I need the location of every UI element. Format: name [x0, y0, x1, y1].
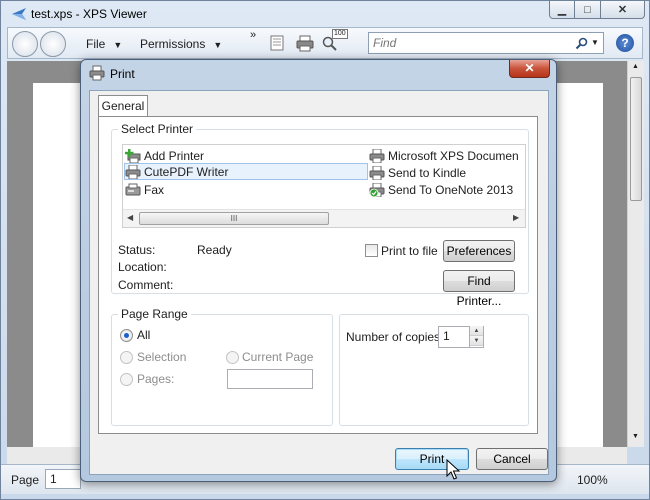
printer-name: Fax	[144, 182, 165, 197]
scroll-right-icon[interactable]: ▶	[513, 213, 519, 222]
maximize-button[interactable]: □	[575, 1, 601, 19]
copies-spinner[interactable]: ▲ ▼	[469, 326, 483, 348]
printer-icon	[369, 148, 385, 163]
list-item-send-to-kindle[interactable]: Send to Kindle	[369, 164, 523, 181]
dialog-title-bar[interactable]: Print ✕	[81, 60, 556, 88]
toolbar-overflow-button[interactable]: »	[250, 29, 256, 41]
vertical-scroll-thumb[interactable]	[630, 77, 642, 201]
page-label: Page	[11, 473, 40, 487]
copies-value: 1	[443, 329, 450, 343]
all-label[interactable]: All	[137, 328, 150, 342]
status-label: Status:	[118, 243, 156, 257]
chevron-down-icon: ▼	[213, 40, 223, 50]
spin-down-icon[interactable]: ▼	[470, 336, 483, 346]
selection-radio[interactable]	[120, 351, 133, 364]
dialog-close-button[interactable]: ✕	[509, 60, 550, 78]
printer-name: Send to Kindle	[388, 165, 467, 180]
find-printer-button[interactable]: Find Printer...	[443, 270, 515, 308]
dialog-title: Print	[110, 67, 135, 81]
horizontal-scroll-thumb[interactable]: III	[139, 212, 329, 225]
printer-list[interactable]: Add Printer CutePDF Writer Fax Microsoft…	[122, 144, 526, 228]
list-item-microsoft-xps-document-writer[interactable]: Microsoft XPS Documen	[369, 147, 523, 164]
pages-label[interactable]: Pages:	[137, 372, 174, 386]
toolbar: File ▼ Permissions ▼ » 100 Find ▼ ?	[7, 27, 643, 59]
printer-name: Send To OneNote 2013	[388, 182, 514, 197]
search-icon[interactable]	[575, 37, 588, 50]
page-number-input[interactable]: 1	[45, 469, 81, 489]
zoom-level-badge: 100	[332, 29, 348, 39]
spin-up-icon[interactable]: ▲	[470, 326, 483, 336]
printer-icon[interactable]	[296, 34, 314, 52]
printer-icon	[369, 165, 385, 180]
add-printer-icon	[125, 148, 141, 163]
close-icon: ✕	[617, 4, 628, 16]
status-value: Ready	[197, 243, 232, 257]
maximize-icon: □	[584, 3, 591, 16]
chevron-down-icon: ▼	[113, 40, 123, 50]
comment-label: Comment:	[118, 278, 174, 292]
list-item-cutepdf-writer[interactable]: CutePDF Writer	[124, 163, 368, 180]
title-bar[interactable]: test.xps - XPS Viewer ▁ □ ✕	[1, 1, 649, 27]
cancel-button[interactable]: Cancel	[476, 448, 548, 470]
list-item-fax[interactable]: Fax	[125, 181, 365, 198]
file-menu[interactable]: File ▼	[86, 37, 122, 51]
list-item-send-to-onenote-2013[interactable]: Send To OneNote 2013	[369, 181, 523, 198]
printer-icon	[89, 65, 105, 81]
page-range-group: Page Range All Selection Current Page Pa…	[111, 307, 333, 426]
printer-list-horizontal-scrollbar[interactable]: ◀ III ▶	[123, 209, 525, 227]
minimize-button[interactable]: ▁	[549, 1, 575, 19]
printer-icon	[125, 164, 141, 179]
selection-label[interactable]: Selection	[137, 350, 186, 364]
general-tab-panel: Select Printer Add Printer CutePDF Write…	[98, 116, 538, 434]
chevron-down-icon[interactable]: ▼	[591, 38, 599, 47]
scroll-left-icon[interactable]: ◀	[127, 213, 133, 222]
printer-name: Microsoft XPS Documen	[388, 148, 519, 163]
scroll-up-icon[interactable]: ▲	[632, 63, 639, 70]
close-icon: ✕	[524, 61, 535, 75]
select-printer-group: Select Printer Add Printer CutePDF Write…	[111, 122, 529, 308]
current-page-radio[interactable]	[226, 351, 239, 364]
copies-group: Number of copies: 1 ▲ ▼	[339, 314, 529, 426]
select-printer-legend: Select Printer	[118, 122, 197, 136]
find-box[interactable]: ▼	[368, 32, 604, 54]
xps-viewer-app-icon	[12, 8, 26, 20]
zoom-level[interactable]: 100%	[577, 473, 608, 487]
pages-radio[interactable]	[120, 373, 133, 386]
document-outline-icon[interactable]	[268, 34, 286, 52]
forward-button[interactable]	[40, 31, 66, 57]
print-to-file-checkbox[interactable]	[365, 244, 378, 257]
all-radio[interactable]	[120, 329, 133, 342]
tab-general[interactable]: General	[98, 95, 148, 117]
permissions-menu-label: Permissions	[140, 37, 206, 51]
preferences-button[interactable]: Preferences	[443, 240, 515, 262]
find-input[interactable]	[373, 36, 563, 50]
window-title: test.xps - XPS Viewer	[31, 7, 147, 21]
default-printer-icon	[369, 182, 385, 197]
vertical-scrollbar[interactable]: ▲ ▼	[627, 61, 644, 447]
list-item-add-printer[interactable]: Add Printer	[125, 147, 365, 164]
dialog-body: General Select Printer Add Printer CuteP…	[89, 90, 549, 475]
scroll-down-icon[interactable]: ▼	[632, 433, 639, 440]
page-range-legend: Page Range	[118, 307, 191, 321]
zoom-tool[interactable]: 100	[322, 29, 350, 52]
printer-name: CutePDF Writer	[144, 164, 229, 179]
print-to-file-label[interactable]: Print to file	[381, 244, 438, 258]
copies-stepper[interactable]: 1 ▲ ▼	[438, 326, 484, 348]
navigation-buttons	[12, 31, 70, 57]
close-button[interactable]: ✕	[601, 1, 645, 19]
fax-icon	[125, 183, 141, 195]
minimize-icon: ▁	[557, 4, 567, 16]
pages-input[interactable]	[227, 369, 313, 389]
back-button[interactable]	[12, 31, 38, 57]
print-dialog: Print ✕ General Select Printer Add Print…	[80, 59, 557, 482]
number-of-copies-label: Number of copies:	[346, 330, 444, 344]
location-label: Location:	[118, 260, 167, 274]
printer-name: Add Printer	[144, 148, 205, 163]
current-page-label[interactable]: Current Page	[242, 350, 313, 364]
permissions-menu[interactable]: Permissions ▼	[140, 37, 222, 51]
file-menu-label: File	[86, 37, 106, 51]
help-button[interactable]: ?	[616, 34, 634, 52]
mouse-pointer-icon	[446, 459, 461, 480]
